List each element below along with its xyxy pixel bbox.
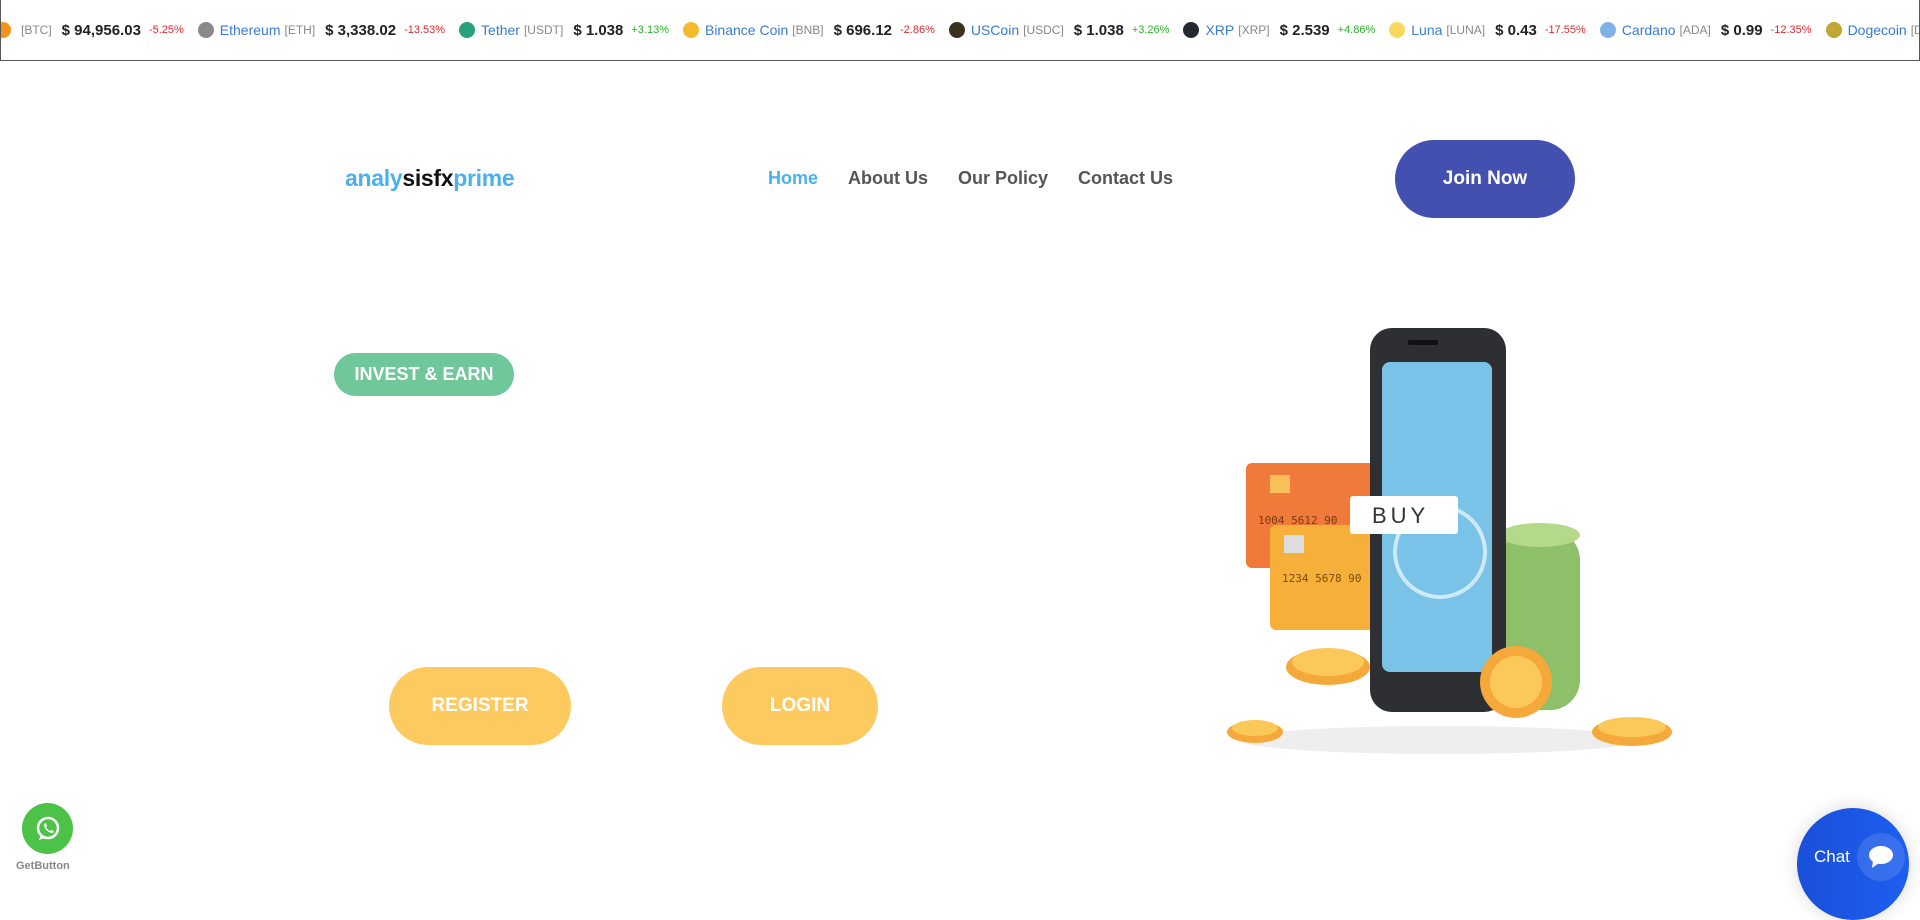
coin-icon (1183, 22, 1200, 38)
coin-name: XRP (1205, 22, 1235, 38)
coin-price: $ 3,338.02 (325, 21, 397, 39)
coin-change: -13.53% (404, 24, 446, 36)
coin-icon (1599, 22, 1616, 38)
coin-change: +3.26% (1131, 24, 1170, 36)
coin-name: Cardano (1621, 22, 1676, 38)
coin-price: $ 0.43 (1495, 21, 1537, 39)
ticker-item[interactable]: USCoin [USDC] $ 1.038 +3.26% (948, 21, 1170, 39)
coin-icon (459, 22, 476, 38)
svg-text:BUY: BUY (1372, 503, 1429, 528)
chat-widget-button[interactable]: Chat (1797, 808, 1909, 920)
coin-symbol: [BNB] (792, 23, 824, 37)
coin-price: $ 0.99 (1720, 21, 1763, 39)
coin-change: +3.13% (631, 24, 669, 36)
coin-icon (948, 22, 965, 38)
coin-symbol: [ETH] (284, 23, 316, 37)
coin-change: +4.86% (1337, 24, 1376, 36)
getbutton-credit[interactable]: GetButton (16, 860, 70, 872)
coin-change: -5.25% (148, 24, 184, 36)
coin-change: -17.55% (1544, 24, 1586, 36)
nav-about-us[interactable]: About Us (848, 168, 928, 189)
coin-name: Tether (481, 22, 520, 38)
ticker-item[interactable]: Tether [USDT] $ 1.038 +3.13% (459, 22, 669, 39)
coin-icon (197, 22, 214, 38)
phone-payment-illustration: 1004 5612 90 1234 5678 90 BUY (1227, 328, 1672, 754)
ticker-item[interactable]: XRP [XRP] $ 2.539 +4.86% (1183, 22, 1375, 39)
coin-name: Binance Coin (704, 22, 789, 38)
coin-icon (1825, 22, 1842, 38)
ticker-item[interactable]: Binance Coin [BNB] $ 696.12 -2.86% (682, 21, 935, 39)
coin-name: Dogecoin (1847, 22, 1907, 38)
ticker-item[interactable]: Cardano [ADA] $ 0.99 -12.35% (1599, 21, 1812, 39)
ticker-item[interactable]: Luna [LUNA] $ 0.43 -17.55% (1389, 22, 1586, 39)
ticker-item[interactable]: [BTC] $ 94,956.03 -5.25% (1, 21, 184, 39)
coin-symbol: [USDC] (1023, 23, 1064, 37)
coin-symbol: [DOGE] (1910, 23, 1919, 37)
coin-symbol: [USDT] (523, 23, 564, 37)
nav-our-policy[interactable]: Our Policy (958, 168, 1048, 189)
chat-label: Chat (1814, 847, 1850, 866)
coin-price: $ 94,956.03 (61, 21, 141, 39)
nav-contact-us[interactable]: Contact Us (1078, 168, 1173, 189)
ticker-item[interactable]: Ethereum [ETH] $ 3,338.02 -13.53% (197, 21, 446, 39)
coin-price: $ 2.539 (1279, 21, 1330, 39)
coin-price: $ 1.038 (1073, 21, 1124, 39)
coin-price: $ 696.12 (833, 21, 892, 39)
coin-symbol: [LUNA] (1446, 23, 1486, 37)
coin-name: USCoin (970, 22, 1020, 38)
coin-change: -2.86% (900, 24, 935, 36)
main-nav: Home About Us Our Policy Contact Us (768, 168, 1173, 189)
logo[interactable]: analysisfxprime (345, 165, 515, 192)
coin-symbol: [ADA] (1679, 23, 1711, 37)
ticker-item[interactable]: Dogecoin[DOGE]$ 0.34 (1825, 22, 1919, 39)
invest-earn-badge: INVEST & EARN (334, 353, 514, 396)
coin-icon (1, 22, 11, 38)
coin-icon (1389, 22, 1406, 38)
whatsapp-button[interactable] (22, 803, 73, 854)
coin-change: -12.35% (1770, 24, 1812, 36)
whatsapp-icon (36, 816, 59, 840)
register-button[interactable]: REGISTER (389, 667, 571, 745)
join-now-button[interactable]: Join Now (1395, 140, 1575, 218)
coin-icon (682, 22, 699, 38)
coin-symbol: [XRP] (1238, 23, 1270, 37)
chat-bubble-icon (1869, 846, 1893, 868)
crypto-ticker: [BTC] $ 94,956.03 -5.25% Ethereum [ETH] $ 3,3… (0, 0, 1920, 61)
svg-text:1234 5678 90: 1234 5678 90 (1282, 572, 1361, 585)
coin-name: Ethereum (219, 22, 281, 38)
login-button[interactable]: LOGIN (722, 667, 878, 745)
coin-price: $ 1.038 (573, 21, 624, 39)
coin-name: Luna (1411, 22, 1443, 38)
nav-home[interactable]: Home (768, 168, 818, 189)
coin-symbol: [BTC] (21, 23, 52, 37)
